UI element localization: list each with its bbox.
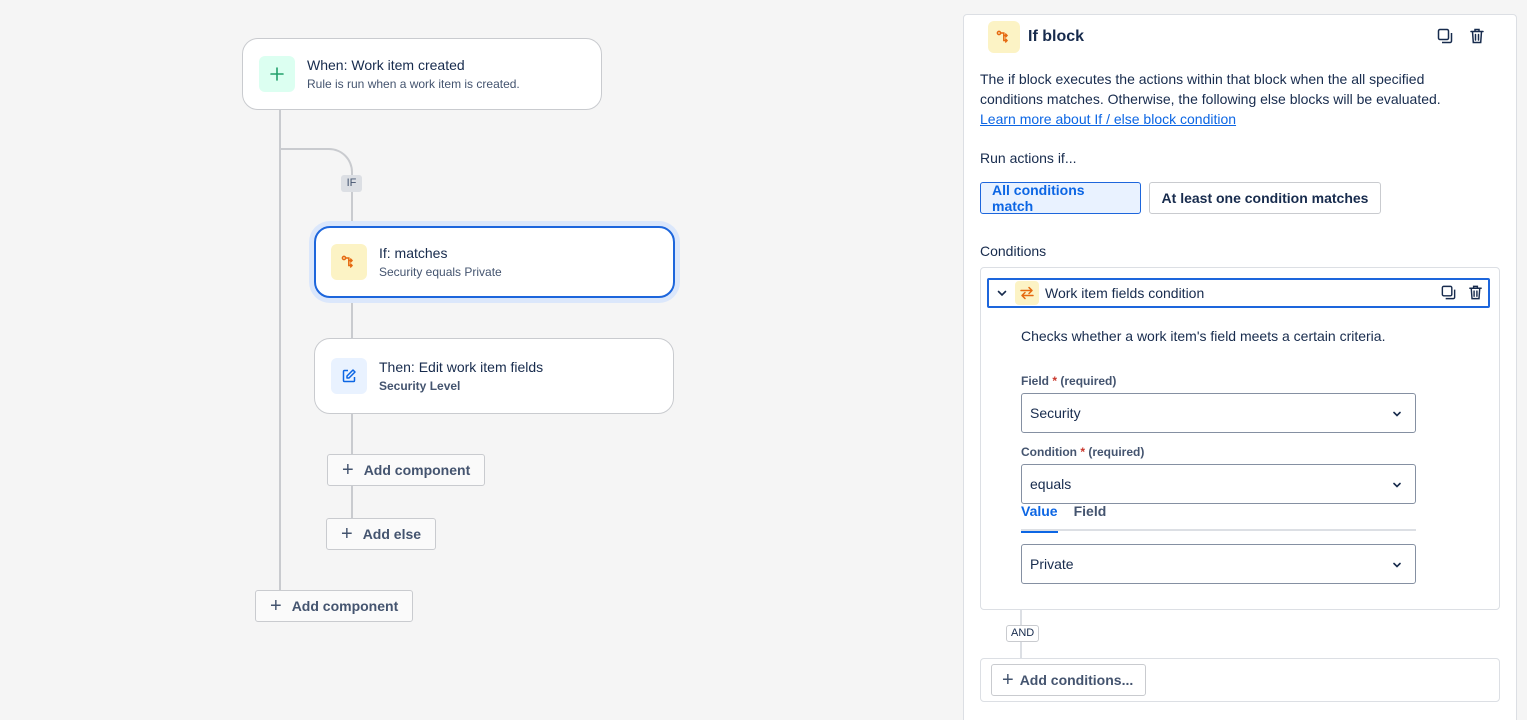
edit-icon (331, 358, 367, 394)
all-conditions-match-option[interactable]: All conditions match (980, 182, 1141, 214)
at-least-one-condition-option[interactable]: At least one condition matches (1149, 182, 1381, 214)
condition-label: Condition * (required) (1021, 445, 1144, 459)
field-label-text: Field (1021, 374, 1050, 388)
and-connector-bottom (1020, 642, 1022, 658)
then-card[interactable]: Then: Edit work item fields Security Lev… (314, 338, 674, 414)
swap-icon (1015, 281, 1039, 305)
if-card-title: If: matches (379, 245, 448, 261)
then-card-subtitle: Security Level (379, 379, 461, 393)
required-asterisk: * (1076, 445, 1085, 459)
condition-card: Work item fields condition Checks whethe… (980, 267, 1500, 610)
condition-required-text: (required) (1088, 445, 1145, 459)
add-conditions-container: + Add conditions... (980, 658, 1500, 702)
value-select[interactable]: Private (1021, 544, 1416, 584)
add-else-label: Add else (362, 526, 422, 542)
add-component-inner-label: Add component (363, 462, 471, 478)
condition-actions (1440, 284, 1484, 301)
plus-icon: + (341, 523, 353, 545)
if-card[interactable]: If: matches Security equals Private (314, 226, 675, 298)
condition-select-value: equals (1030, 476, 1072, 492)
plus-icon: + (342, 459, 354, 481)
chevron-down-icon (1391, 407, 1403, 423)
add-conditions-button[interactable]: + Add conditions... (991, 664, 1147, 696)
add-component-inner-button[interactable]: + Add component (327, 454, 486, 486)
chevron-down-icon (1391, 478, 1403, 494)
required-asterisk: * (1049, 374, 1058, 388)
trigger-card[interactable]: When: Work item created Rule is run when… (242, 38, 602, 110)
learn-more-link[interactable]: Learn more about If / else block conditi… (980, 111, 1236, 127)
plus-icon: + (1002, 669, 1014, 691)
field-select-value: Security (1030, 405, 1081, 421)
and-tag: AND (1006, 625, 1040, 642)
copy-icon[interactable] (1440, 284, 1457, 301)
if-block-panel: If block The if block executes the actio… (963, 14, 1517, 720)
trigger-title: When: Work item created (307, 57, 465, 73)
panel-description: The if block executes the actions within… (980, 69, 1480, 129)
field-label: Field * (required) (1021, 374, 1116, 388)
condition-title: Work item fields condition (1045, 285, 1205, 301)
add-conditions-label: Add conditions... (1019, 672, 1134, 688)
run-actions-label: Run actions if... (980, 150, 1077, 166)
panel-header: If block (988, 21, 1084, 53)
chevron-down-icon[interactable] (991, 287, 1013, 299)
tab-value[interactable]: Value (1021, 503, 1058, 533)
branch-icon (988, 21, 1020, 53)
flow-line-then (351, 298, 353, 338)
then-card-title: Then: Edit work item fields (379, 359, 544, 375)
add-component-outer-label: Add component (291, 598, 399, 614)
panel-title: If block (1028, 28, 1085, 45)
if-card-subtitle: Security equals Private (379, 265, 502, 279)
panel-actions (1436, 27, 1486, 45)
and-connector-top (1020, 610, 1022, 625)
trash-icon[interactable] (1468, 27, 1486, 45)
flow-line-if (351, 188, 353, 226)
condition-label-text: Condition (1021, 445, 1077, 459)
add-else-button[interactable]: + Add else (326, 518, 437, 550)
tab-field[interactable]: Field (1074, 503, 1107, 531)
if-tag: IF (341, 175, 362, 192)
chevron-down-icon (1391, 558, 1403, 574)
branch-icon (331, 244, 367, 280)
condition-select[interactable]: equals (1021, 464, 1416, 504)
value-tabs: Value Field (1021, 503, 1416, 533)
condition-description: Checks whether a work item's field meets… (1021, 328, 1386, 344)
plus-icon: + (270, 595, 282, 617)
add-component-outer-button[interactable]: + Add component (255, 590, 414, 622)
trash-icon[interactable] (1467, 284, 1484, 301)
conditions-label: Conditions (980, 243, 1047, 259)
field-required-text: (required) (1060, 374, 1117, 388)
condition-header[interactable]: Work item fields condition (987, 278, 1490, 308)
plus-icon (259, 56, 295, 92)
copy-icon[interactable] (1436, 27, 1454, 45)
value-select-value: Private (1030, 556, 1074, 572)
trigger-subtitle: Rule is run when a work item is created. (307, 77, 520, 91)
panel-description-text: The if block executes the actions within… (980, 71, 1441, 107)
field-select[interactable]: Security (1021, 393, 1416, 433)
